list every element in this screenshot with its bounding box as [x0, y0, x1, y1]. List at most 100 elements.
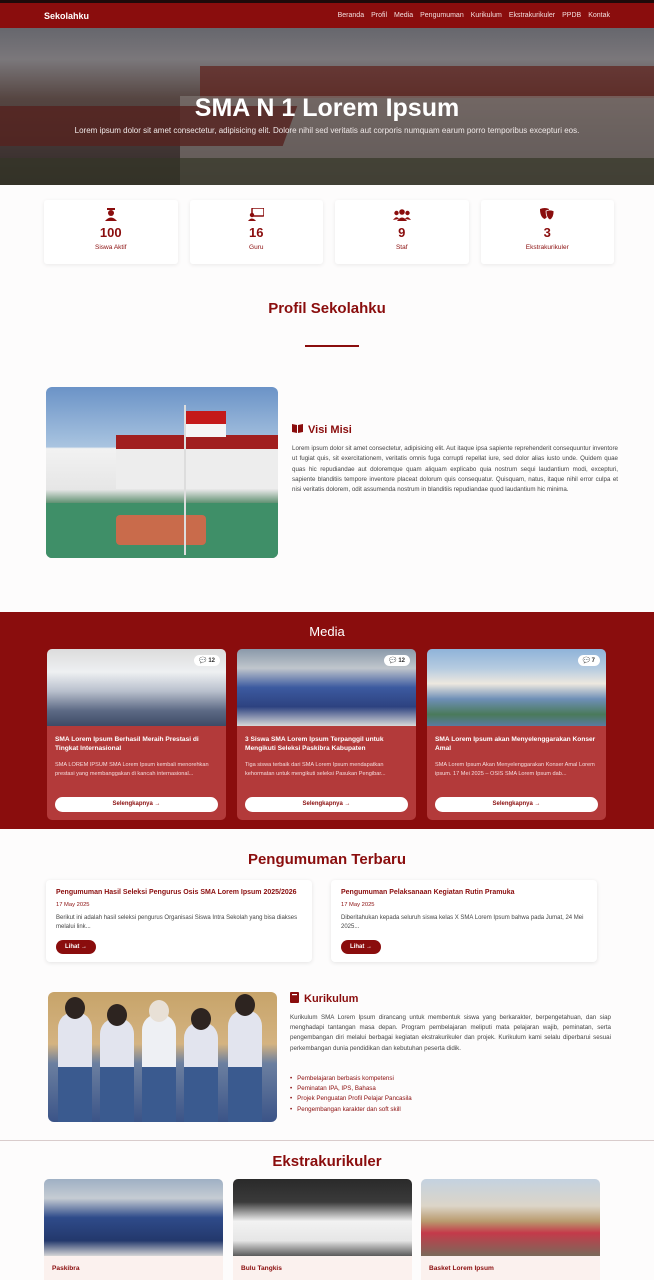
- masks-icon: [481, 208, 615, 222]
- stat-label: Staf: [395, 244, 408, 251]
- student-skirt: [100, 1067, 134, 1122]
- media-card-desc: SMA LOREM IPSUM SMA Lorem Ipsum kembali …: [55, 762, 209, 777]
- lihat-button[interactable]: Lihat →: [341, 939, 381, 954]
- kurikulum-text: Kurikulum SMA Lorem Ipsum dirancang untu…: [290, 1014, 611, 1052]
- book-icon: [292, 424, 303, 436]
- stat-value: 3: [543, 225, 551, 240]
- visi-misi-heading: Visi Misi: [292, 424, 352, 436]
- nav-link-profil[interactable]: Profil: [371, 12, 387, 19]
- flag-white: [186, 424, 226, 437]
- photo-court-lines: [116, 515, 206, 545]
- stat-card-siswa: 100 Siswa Aktif: [44, 200, 178, 264]
- comment-count-badge: 💬 12: [194, 655, 220, 666]
- extracurricular-image: [44, 1179, 223, 1256]
- media-card-title[interactable]: SMA Lorem Ipsum Berhasil Meraih Prestasi…: [55, 735, 218, 753]
- media-title: Media: [309, 624, 345, 639]
- lihat-button[interactable]: Lihat →: [56, 939, 96, 954]
- nav-link-beranda[interactable]: Beranda: [338, 12, 364, 19]
- brand-logo[interactable]: Sekolahku: [44, 11, 89, 21]
- kurikulum-heading: Kurikulum: [290, 992, 358, 1006]
- visi-misi-text: Lorem ipsum dolor sit amet consectetur, …: [292, 445, 618, 494]
- stat-label: Siswa Aktif: [95, 244, 127, 251]
- nav-link-media[interactable]: Media: [394, 12, 413, 19]
- stat-card-ekstra: 3 Ekstrakurikuler: [480, 200, 615, 264]
- navbar: Sekolahku Beranda Profil Media Pengumuma…: [0, 0, 654, 28]
- photo-roof: [116, 435, 278, 449]
- media-card[interactable]: 💬 12 SMA Lorem Ipsum Berhasil Meraih Pre…: [47, 649, 226, 820]
- stat-label: Guru: [249, 244, 264, 251]
- flag-red: [186, 411, 226, 424]
- media-card-desc: SMA Lorem Ipsum Akan Menyelenggarakan Ko…: [435, 762, 595, 777]
- book-icon: [290, 992, 299, 1006]
- read-more-button[interactable]: Selengkapnya →: [245, 797, 408, 812]
- student-head: [191, 1008, 211, 1030]
- stat-label: Ekstrakurikuler: [525, 244, 569, 251]
- student-head: [149, 1000, 169, 1022]
- extracurricular-card[interactable]: Bulu Tangkis: [233, 1179, 412, 1280]
- nav-link-ekstrakurikuler[interactable]: Ekstrakurikuler: [509, 12, 555, 19]
- stat-value: 9: [398, 225, 406, 240]
- hero-subtitle: Lorem ipsum dolor sit amet consectetur, …: [74, 126, 580, 135]
- users-icon: [335, 208, 469, 222]
- student-skirt: [58, 1067, 92, 1122]
- nav-link-ppdb[interactable]: PPDB: [562, 12, 581, 19]
- stats-row: 100 Siswa Aktif 16 Guru 9 Staf 3 Ekstrak…: [44, 200, 614, 264]
- kurikulum-point: Pembelajaran berbasis kompetensi: [290, 1074, 412, 1084]
- visi-misi-title: Visi Misi: [308, 424, 352, 436]
- comment-count-badge: 💬 7: [577, 655, 600, 666]
- profil-title-underline: [305, 345, 359, 347]
- student-head: [235, 994, 255, 1016]
- announcement-card[interactable]: Pengumuman Pelaksanaan Kegiatan Rutin Pr…: [331, 880, 597, 962]
- ekstrakurikuler-title: Ekstrakurikuler: [272, 1153, 382, 1170]
- student-skirt: [142, 1067, 176, 1122]
- extracurricular-card[interactable]: Basket Lorem Ipsum: [421, 1179, 600, 1280]
- student-skirt: [184, 1067, 218, 1122]
- extracurricular-title[interactable]: Bulu Tangkis: [241, 1265, 282, 1272]
- announcement-date: 17 May 2025: [56, 901, 90, 908]
- stat-value: 16: [249, 225, 264, 240]
- announcement-title[interactable]: Pengumuman Hasil Seleksi Pengurus Osis S…: [56, 888, 302, 898]
- section-divider: [0, 1140, 654, 1141]
- announcement-desc: Diberitahukan kepada seluruh siswa kelas…: [341, 914, 584, 931]
- extracurricular-image: [421, 1179, 600, 1256]
- media-card[interactable]: 💬 7 SMA Lorem Ipsum akan Menyelenggaraka…: [427, 649, 606, 820]
- student-head: [65, 997, 85, 1019]
- extracurricular-card[interactable]: Paskibra: [44, 1179, 223, 1280]
- kurikulum-title: Kurikulum: [304, 993, 359, 1005]
- media-card[interactable]: 💬 12 3 Siswa SMA Lorem Ipsum Terpanggil …: [237, 649, 416, 820]
- graduation-icon: [44, 208, 178, 222]
- extracurricular-title[interactable]: Paskibra: [52, 1265, 80, 1272]
- student-skirt: [228, 1067, 262, 1122]
- teacher-icon: [190, 207, 324, 222]
- nav-link-kurikulum[interactable]: Kurikulum: [471, 12, 502, 19]
- pengumuman-title: Pengumuman Terbaru: [247, 851, 407, 868]
- media-card-title[interactable]: SMA Lorem Ipsum akan Menyelenggarakan Ko…: [435, 735, 598, 753]
- media-card-title[interactable]: 3 Siswa SMA Lorem Ipsum Terpanggil untuk…: [245, 735, 408, 753]
- student-head: [107, 1004, 127, 1026]
- stat-card-guru: 16 Guru: [189, 200, 324, 264]
- kurikulum-point: Pengembangan karakter dan soft skill: [290, 1105, 412, 1115]
- photo-wall: [116, 449, 278, 489]
- hero-banner: SMA N 1 Lorem Ipsum Lorem ipsum dolor si…: [0, 28, 654, 185]
- read-more-button[interactable]: Selengkapnya →: [55, 797, 218, 812]
- announcement-desc: Berikut ini adalah hasil seleksi penguru…: [56, 914, 298, 931]
- stat-value: 100: [99, 225, 122, 240]
- profil-title: Profil Sekolahku: [268, 300, 386, 317]
- extracurricular-title[interactable]: Basket Lorem Ipsum: [429, 1265, 494, 1272]
- announcement-title[interactable]: Pengumuman Pelaksanaan Kegiatan Rutin Pr…: [341, 888, 587, 898]
- nav-link-kontak[interactable]: Kontak: [588, 12, 610, 19]
- announcement-card[interactable]: Pengumuman Hasil Seleksi Pengurus Osis S…: [46, 880, 312, 962]
- school-photo: [46, 387, 278, 558]
- kurikulum-point: Peminatan IPA, IPS, Bahasa: [290, 1084, 412, 1094]
- media-card-desc: Tiga siswa terbaik dari SMA Lorem Ipsum …: [245, 762, 386, 777]
- read-more-button[interactable]: Selengkapnya →: [435, 797, 598, 812]
- nav-links: Beranda Profil Media Pengumuman Kurikulu…: [338, 12, 610, 19]
- hero-title: SMA N 1 Lorem Ipsum: [194, 94, 460, 122]
- stat-card-staf: 9 Staf: [335, 200, 469, 264]
- extracurricular-image: [233, 1179, 412, 1256]
- comment-count-badge: 💬 12: [384, 655, 410, 666]
- nav-link-pengumuman[interactable]: Pengumuman: [420, 12, 464, 19]
- media-section: Media 💬 12 SMA Lorem Ipsum Berhasil Mera…: [0, 612, 654, 829]
- kurikulum-point: Projek Penguatan Profil Pelajar Pancasil…: [290, 1094, 412, 1104]
- announcement-date: 17 May 2025: [341, 901, 375, 908]
